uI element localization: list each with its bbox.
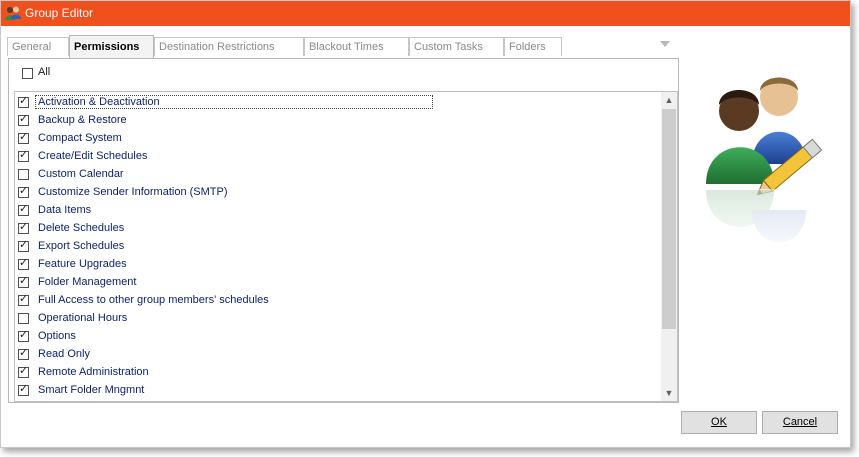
checkmark-icon: ✓	[19, 149, 29, 161]
tab-permissions[interactable]: Permissions	[69, 35, 154, 59]
permission-item[interactable]: ✓ Remote Administration	[15, 364, 655, 382]
permission-checkbox[interactable]	[18, 313, 29, 324]
permissions-list[interactable]: ▲ ▼ ✓ Activation & Deactivation ✓ Backup & …	[14, 91, 678, 402]
permission-checkbox[interactable]: ✓	[18, 221, 29, 234]
cancel-button-label: Cancel	[782, 416, 818, 428]
checkmark-icon: ✓	[19, 365, 29, 377]
permission-item[interactable]: Custom Calendar	[15, 166, 655, 184]
permission-checkbox[interactable]: ✓	[18, 329, 29, 342]
tab-custom-tasks[interactable]: Custom Tasks	[409, 37, 504, 56]
all-checkbox[interactable]	[22, 68, 33, 79]
checkmark-icon: ✓	[19, 293, 29, 305]
permission-checkbox[interactable]: ✓	[18, 257, 29, 270]
checkmark-icon: ✓	[19, 383, 29, 395]
tab-strip: General Permissions Destination Restrict…	[7, 35, 707, 59]
permission-item[interactable]: ✓ Smart Folder Mngmnt	[15, 382, 655, 400]
chevron-down-icon[interactable]	[660, 41, 670, 47]
permission-label: Data Items	[38, 204, 92, 216]
checkmark-icon: ✓	[19, 221, 29, 233]
cancel-button[interactable]: Cancel	[762, 411, 838, 434]
permission-label: Activation & Deactivation	[35, 95, 433, 109]
checkmark-icon: ✓	[19, 275, 29, 287]
permission-label: Remote Administration	[38, 366, 149, 378]
tab-folders[interactable]: Folders	[504, 37, 562, 56]
permission-checkbox[interactable]: ✓	[18, 95, 29, 108]
title-bar: Group Editor	[1, 1, 850, 26]
permission-label: Smart Folder Mngmnt	[38, 384, 145, 396]
permission-item[interactable]: ✓ Full Access to other group members' sch…	[15, 292, 655, 310]
permission-checkbox[interactable]	[18, 169, 29, 180]
checkmark-icon: ✓	[19, 203, 29, 215]
permission-item[interactable]: ✓ Export Schedules	[15, 238, 655, 256]
permission-checkbox[interactable]: ✓	[18, 113, 29, 126]
permissions-panel: All ▲ ▼ ✓ Activation & Deactivation ✓ Backu…	[8, 58, 679, 403]
permission-item[interactable]: ✓ Feature Upgrades	[15, 256, 655, 274]
scroll-down-arrow-icon[interactable]: ▼	[661, 385, 677, 401]
permission-label: Export Schedules	[38, 240, 125, 252]
permission-item[interactable]: ✓ Options	[15, 328, 655, 346]
window-title: Group Editor	[25, 6, 94, 20]
permission-item[interactable]: ✓ Compact System	[15, 130, 655, 148]
group-users-icon	[5, 6, 21, 20]
checkmark-icon: ✓	[19, 257, 29, 269]
permission-item[interactable]: ✓ Activation & Deactivation	[15, 94, 655, 112]
tab-general[interactable]: General	[7, 37, 69, 56]
permission-checkbox[interactable]: ✓	[18, 365, 29, 378]
ok-button[interactable]: OK	[681, 411, 757, 434]
permission-label: Feature Upgrades	[38, 258, 127, 270]
checkmark-icon: ✓	[19, 95, 29, 107]
tab-blackout-times[interactable]: Blackout Times	[304, 37, 409, 56]
all-label: All	[38, 66, 51, 78]
permission-label: Options	[38, 330, 76, 342]
permission-item[interactable]: ✓ Folder Management	[15, 274, 655, 292]
checkmark-icon: ✓	[19, 185, 29, 197]
permission-checkbox[interactable]: ✓	[18, 347, 29, 360]
permission-item[interactable]: ✓ Backup & Restore	[15, 112, 655, 130]
scrollbar-thumb[interactable]	[662, 109, 676, 329]
checkmark-icon: ✓	[19, 239, 29, 251]
checkmark-icon: ✓	[19, 329, 29, 341]
permission-checkbox[interactable]: ✓	[18, 239, 29, 252]
permission-checkbox[interactable]: ✓	[18, 185, 29, 198]
checkmark-icon: ✓	[19, 113, 29, 125]
checkmark-icon: ✓	[19, 347, 29, 359]
permission-label: Create/Edit Schedules	[38, 150, 148, 162]
permission-item[interactable]: ✓ Customize Sender Information (SMTP)	[15, 184, 655, 202]
ok-button-label: OK	[711, 416, 727, 428]
permission-label: Operational Hours	[38, 312, 128, 324]
permission-item[interactable]: ✓ Read Only	[15, 346, 655, 364]
group-editor-window: Group Editor General Permissions Destina…	[0, 0, 851, 448]
permission-checkbox[interactable]: ✓	[18, 203, 29, 216]
permission-label: Backup & Restore	[38, 114, 127, 126]
permission-label: Custom Calendar	[38, 168, 124, 180]
permission-item[interactable]: ✓ Delete Schedules	[15, 220, 655, 238]
scroll-up-arrow-icon[interactable]: ▲	[661, 92, 677, 108]
users-edit-icon	[694, 77, 834, 269]
permission-label: Customize Sender Information (SMTP)	[38, 186, 228, 198]
permission-checkbox[interactable]: ✓	[18, 131, 29, 144]
permission-item[interactable]: Operational Hours	[15, 310, 655, 328]
permission-label: Compact System	[38, 132, 122, 144]
permission-checkbox[interactable]: ✓	[18, 275, 29, 288]
permission-label: Read Only	[38, 348, 90, 360]
permission-label: Folder Management	[38, 276, 137, 288]
permission-checkbox[interactable]: ✓	[18, 149, 29, 162]
checkmark-icon: ✓	[19, 131, 29, 143]
permission-item[interactable]: ✓ Create/Edit Schedules	[15, 148, 655, 166]
permission-checkbox[interactable]: ✓	[18, 293, 29, 306]
permission-label: Delete Schedules	[38, 222, 125, 234]
permission-checkbox[interactable]: ✓	[18, 383, 29, 396]
tab-destination-restrictions[interactable]: Destination Restrictions	[154, 37, 304, 56]
vertical-scrollbar[interactable]: ▲ ▼	[661, 92, 677, 401]
permission-label: Full Access to other group members' sche…	[38, 294, 269, 306]
permission-item[interactable]: ✓ Data Items	[15, 202, 655, 220]
